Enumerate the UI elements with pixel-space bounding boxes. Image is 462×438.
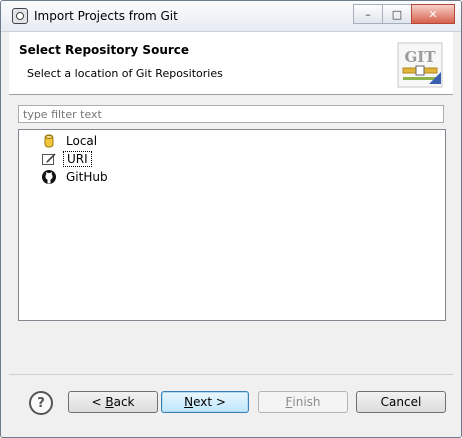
- list-item-label: GitHub: [66, 170, 108, 184]
- eclipse-app-icon: [12, 8, 28, 24]
- filter-input[interactable]: [18, 105, 444, 123]
- close-icon: ✕: [428, 7, 438, 21]
- help-icon: ?: [37, 395, 45, 411]
- cancel-button[interactable]: Cancel: [356, 391, 446, 413]
- list-item-label: Local: [66, 134, 98, 148]
- uri-edit-icon: [42, 153, 56, 165]
- finish-mnemonic: F: [285, 395, 293, 409]
- finish-button[interactable]: Finish: [258, 391, 348, 413]
- next-mnemonic: N: [184, 395, 194, 409]
- next-button[interactable]: Next >: [161, 391, 249, 413]
- page-title: Select Repository Source: [19, 43, 190, 57]
- window-controls: – □ ✕: [353, 4, 455, 24]
- list-item-github[interactable]: GitHub: [41, 168, 111, 186]
- list-item-label: URI: [63, 151, 92, 167]
- repository-cylinder-icon: [44, 134, 54, 148]
- back-prefix: <: [91, 395, 106, 409]
- back-mnemonic: B: [105, 395, 114, 409]
- list-item-uri[interactable]: URI: [41, 150, 92, 168]
- import-dialog: Import Projects from Git – □ ✕ Select Re…: [0, 0, 462, 438]
- git-logo-icon: GIT: [397, 42, 443, 88]
- help-button[interactable]: ?: [29, 391, 53, 415]
- list-item-local[interactable]: Local: [41, 132, 100, 150]
- back-label-rest: ack: [113, 395, 135, 409]
- github-octocat-icon: [42, 170, 56, 184]
- git-logo-text: GIT: [405, 48, 437, 66]
- window-title: Import Projects from Git: [34, 9, 178, 23]
- maximize-icon: □: [391, 7, 403, 21]
- maximize-button[interactable]: □: [382, 4, 412, 24]
- footer-divider: [9, 374, 453, 375]
- minimize-icon: –: [365, 7, 371, 21]
- repository-source-list[interactable]: Local URI GitHub: [18, 129, 446, 321]
- title-bar[interactable]: Import Projects from Git – □ ✕: [1, 1, 461, 32]
- finish-label-rest: inish: [292, 395, 321, 409]
- back-button[interactable]: < Back: [68, 391, 158, 413]
- wizard-header: Select Repository Source Select a locati…: [9, 32, 453, 95]
- close-button[interactable]: ✕: [411, 4, 455, 24]
- next-label-rest: ext >: [193, 395, 226, 409]
- cancel-label: Cancel: [380, 395, 422, 409]
- minimize-button[interactable]: –: [353, 4, 383, 24]
- page-description: Select a location of Git Repositories: [27, 67, 223, 80]
